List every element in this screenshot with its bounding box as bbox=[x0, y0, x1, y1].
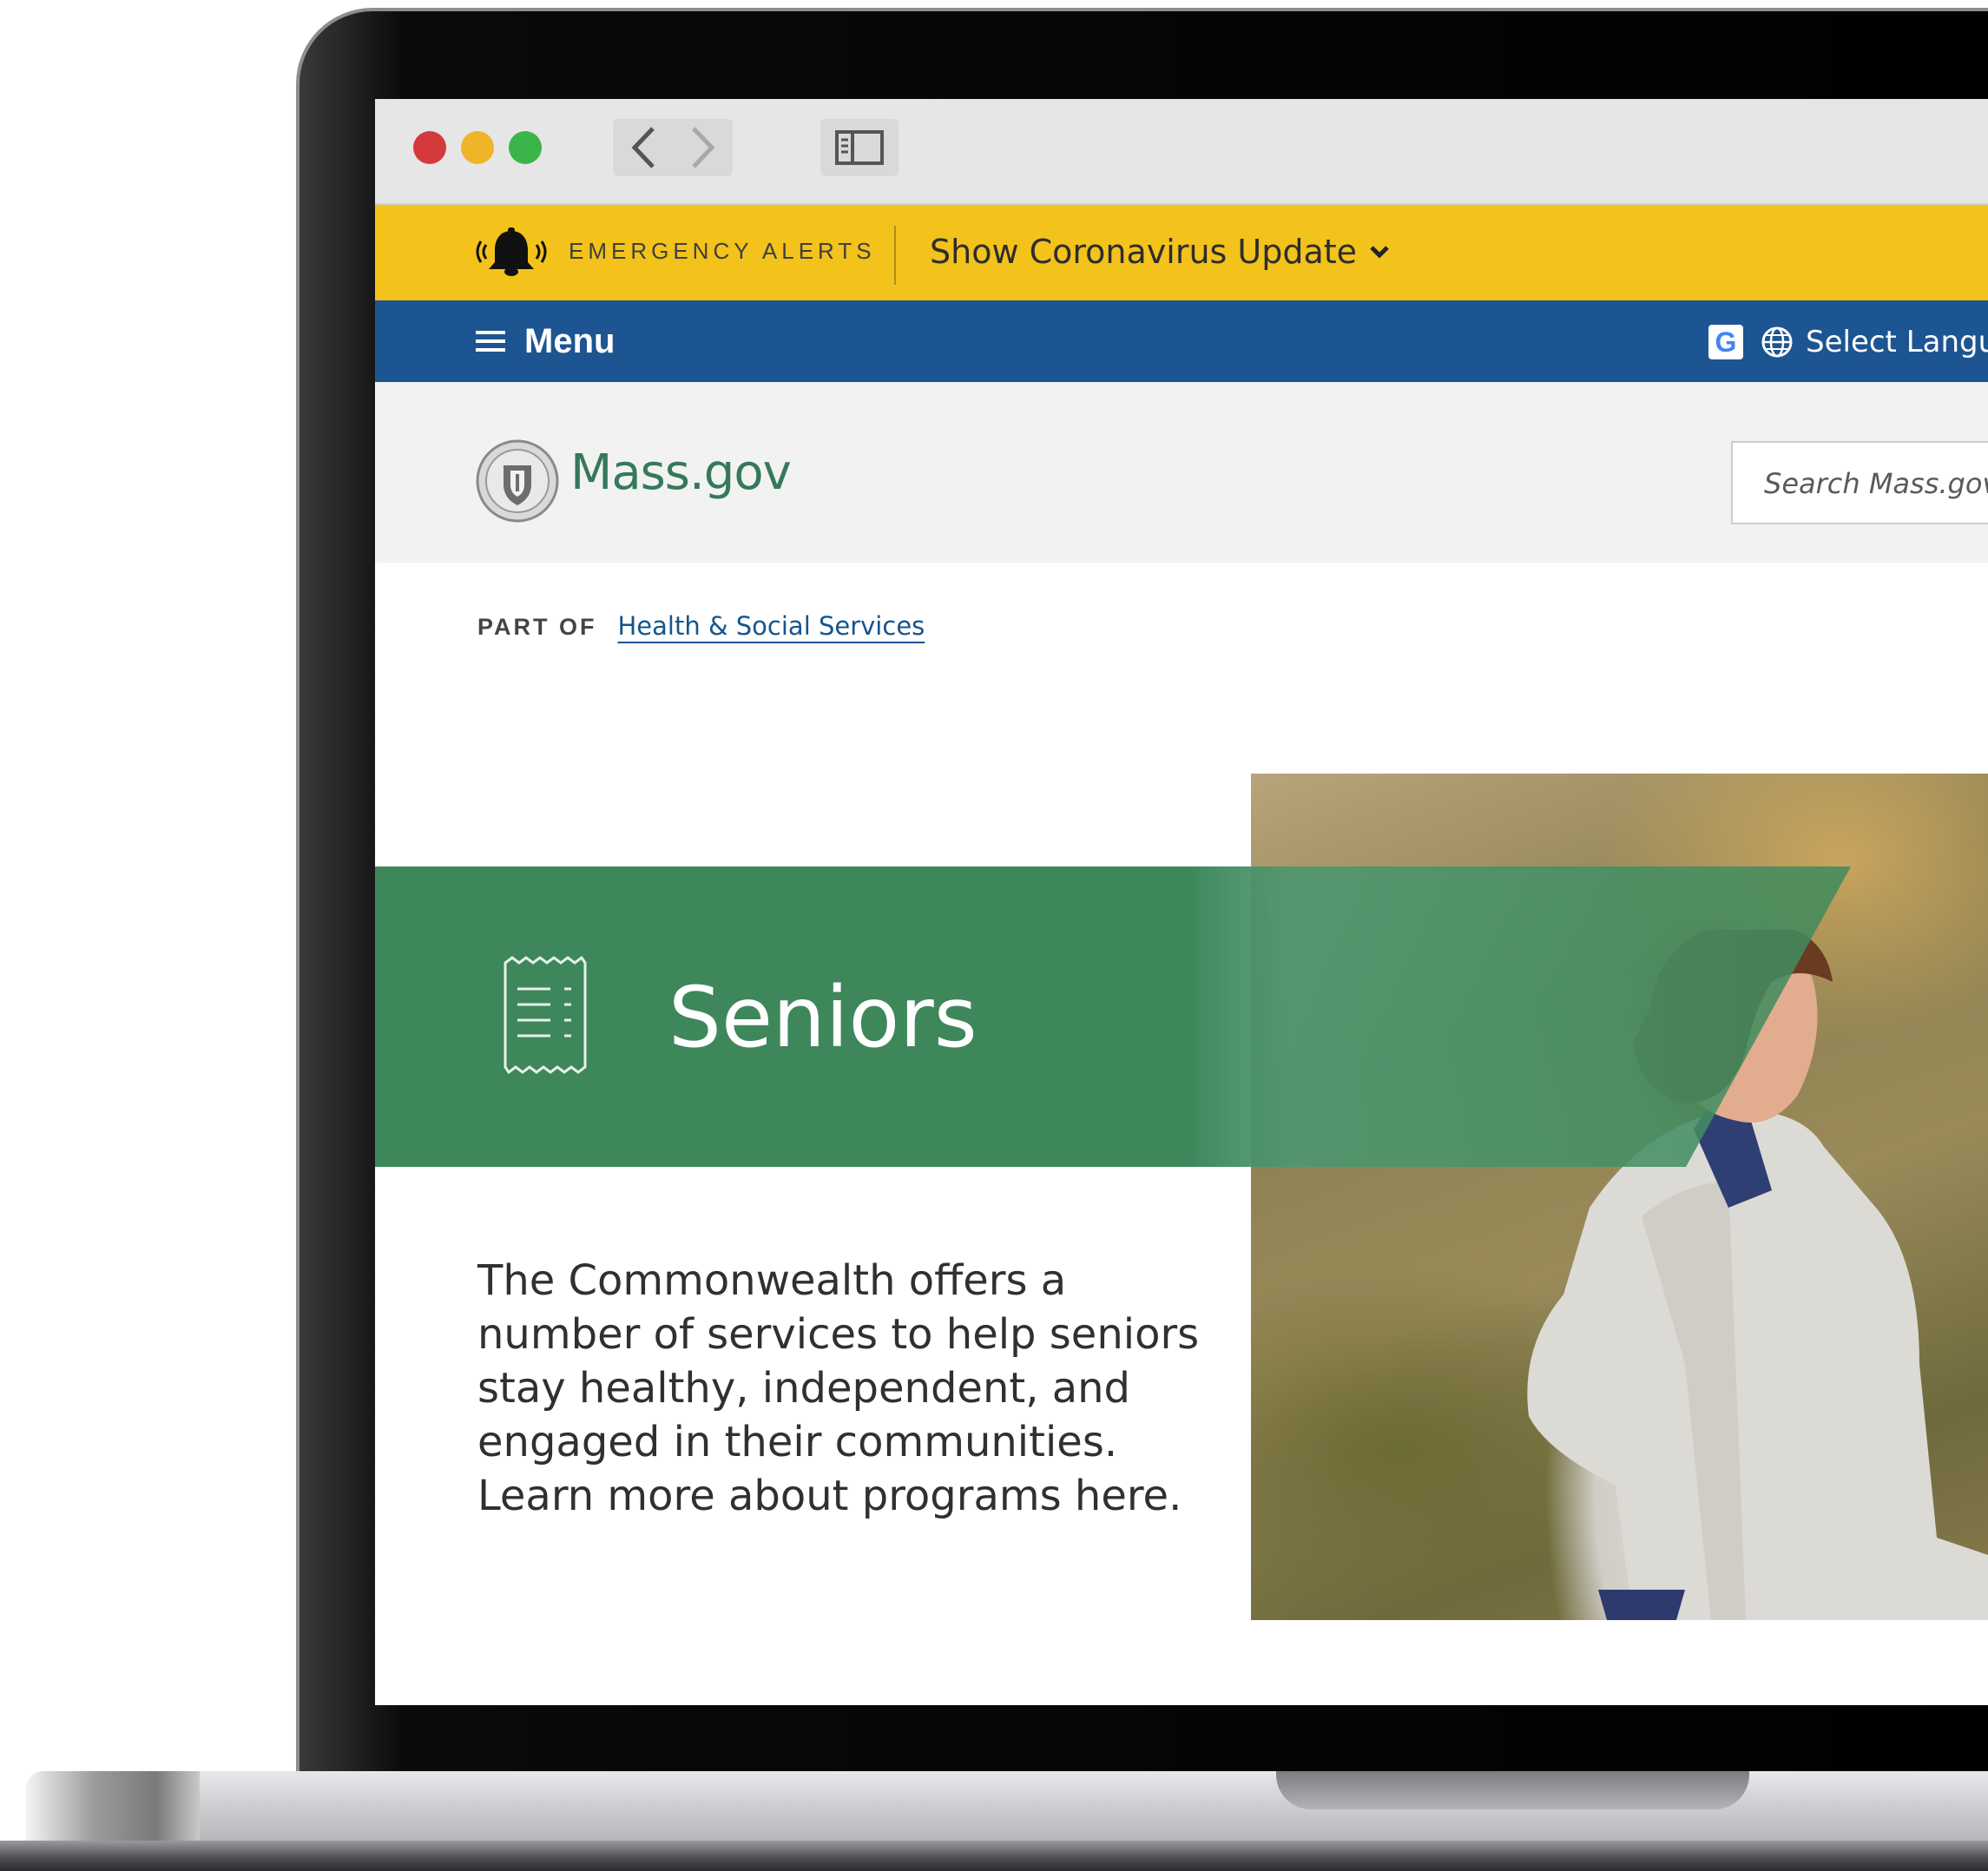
emergency-alerts-label: EMERGENCY ALERTS bbox=[569, 238, 876, 264]
show-update-toggle[interactable]: Show Coronavirus Update bbox=[930, 229, 1390, 274]
sidebar-icon bbox=[835, 130, 884, 165]
sidebar-toggle-button[interactable] bbox=[820, 119, 899, 176]
bell-icon bbox=[476, 227, 547, 276]
minimize-window-button[interactable] bbox=[461, 131, 494, 164]
search-box bbox=[1731, 441, 1988, 524]
laptop-foot bbox=[0, 1841, 1988, 1871]
show-update-label: Show Coronavirus Update bbox=[930, 233, 1358, 271]
back-button[interactable] bbox=[613, 119, 673, 176]
site-header: Mass.gov bbox=[375, 382, 1988, 563]
forward-arrow-icon bbox=[691, 127, 714, 168]
language-selector[interactable]: G Select Langu bbox=[1708, 321, 1988, 363]
close-window-button[interactable] bbox=[413, 131, 446, 164]
site-brand[interactable]: Mass.gov bbox=[570, 445, 792, 501]
page-description: The Commonwealth offers a number of serv… bbox=[477, 1256, 1200, 1520]
hamburger-icon bbox=[476, 331, 505, 352]
select-language-label: Select Langu bbox=[1806, 325, 1988, 359]
browser-screen: EMERGENCY ALERTS Show Coronavirus Update… bbox=[375, 99, 1988, 1705]
zoom-window-button[interactable] bbox=[509, 131, 542, 164]
laptop-hinge-notch bbox=[1276, 1771, 1749, 1809]
breadcrumb: PART OF Health & Social Services bbox=[477, 611, 925, 641]
breadcrumb-link-health-social-services[interactable]: Health & Social Services bbox=[618, 611, 925, 641]
breadcrumb-prefix: PART OF bbox=[477, 614, 597, 640]
laptop-base bbox=[26, 1771, 1988, 1841]
globe-icon bbox=[1761, 326, 1793, 358]
state-seal-icon[interactable] bbox=[476, 439, 559, 523]
chevron-down-icon bbox=[1370, 246, 1389, 259]
back-arrow-icon bbox=[631, 127, 655, 168]
forward-button[interactable] bbox=[673, 119, 733, 176]
menu-label: Menu bbox=[524, 321, 615, 360]
browser-toolbar bbox=[375, 99, 1988, 205]
alert-divider bbox=[894, 226, 896, 285]
main-menu-bar: Menu G Select Langu bbox=[375, 300, 1988, 382]
navigation-buttons bbox=[613, 119, 733, 176]
document-icon bbox=[504, 956, 587, 1074]
laptop-edge bbox=[26, 1771, 200, 1841]
hero-banner bbox=[375, 866, 1851, 1167]
google-icon: G bbox=[1708, 325, 1743, 359]
page-title: Seniors bbox=[668, 969, 978, 1066]
emergency-alert-bar: EMERGENCY ALERTS Show Coronavirus Update bbox=[375, 205, 1988, 300]
search-input[interactable] bbox=[1733, 443, 1988, 524]
menu-button[interactable]: Menu bbox=[476, 320, 615, 363]
